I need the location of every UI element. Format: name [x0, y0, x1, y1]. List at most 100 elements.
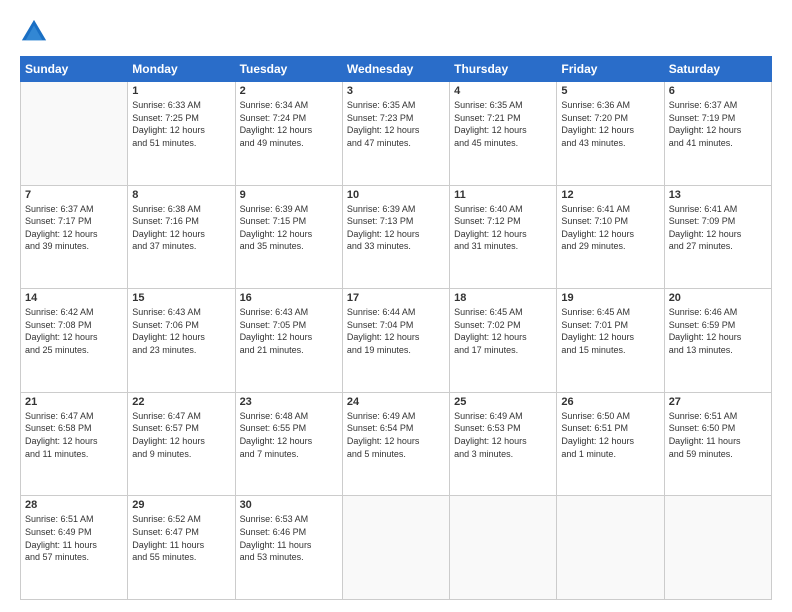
- day-info: Sunrise: 6:35 AM Sunset: 7:23 PM Dayligh…: [347, 99, 445, 149]
- calendar-cell: 26 Sunrise: 6:50 AM Sunset: 6:51 PM Dayli…: [557, 392, 664, 496]
- day-number: 15: [132, 292, 230, 304]
- day-number: 22: [132, 396, 230, 408]
- day-number: 12: [561, 189, 659, 201]
- day-number: 29: [132, 499, 230, 511]
- day-info: Sunrise: 6:41 AM Sunset: 7:10 PM Dayligh…: [561, 203, 659, 253]
- day-info: Sunrise: 6:37 AM Sunset: 7:19 PM Dayligh…: [669, 99, 767, 149]
- calendar-cell: 9 Sunrise: 6:39 AM Sunset: 7:15 PM Daylig…: [235, 185, 342, 289]
- calendar-cell: [342, 496, 449, 600]
- calendar-week-row: 28 Sunrise: 6:51 AM Sunset: 6:49 PM Dayli…: [21, 496, 772, 600]
- calendar-cell: 8 Sunrise: 6:38 AM Sunset: 7:16 PM Daylig…: [128, 185, 235, 289]
- day-number: 23: [240, 396, 338, 408]
- day-number: 1: [132, 85, 230, 97]
- day-number: 20: [669, 292, 767, 304]
- day-number: 6: [669, 85, 767, 97]
- calendar-cell: 14 Sunrise: 6:42 AM Sunset: 7:08 PM Dayli…: [21, 289, 128, 393]
- calendar-table: SundayMondayTuesdayWednesdayThursdayFrid…: [20, 56, 772, 600]
- calendar-cell: 17 Sunrise: 6:44 AM Sunset: 7:04 PM Dayli…: [342, 289, 449, 393]
- day-number: 5: [561, 85, 659, 97]
- calendar-cell: [450, 496, 557, 600]
- calendar-week-row: 14 Sunrise: 6:42 AM Sunset: 7:08 PM Dayli…: [21, 289, 772, 393]
- calendar-cell: 22 Sunrise: 6:47 AM Sunset: 6:57 PM Dayli…: [128, 392, 235, 496]
- col-header-thursday: Thursday: [450, 57, 557, 82]
- day-info: Sunrise: 6:52 AM Sunset: 6:47 PM Dayligh…: [132, 513, 230, 563]
- col-header-friday: Friday: [557, 57, 664, 82]
- day-number: 27: [669, 396, 767, 408]
- day-info: Sunrise: 6:45 AM Sunset: 7:01 PM Dayligh…: [561, 306, 659, 356]
- day-info: Sunrise: 6:43 AM Sunset: 7:06 PM Dayligh…: [132, 306, 230, 356]
- day-info: Sunrise: 6:51 AM Sunset: 6:50 PM Dayligh…: [669, 410, 767, 460]
- calendar-cell: 23 Sunrise: 6:48 AM Sunset: 6:55 PM Dayli…: [235, 392, 342, 496]
- day-number: 10: [347, 189, 445, 201]
- calendar-cell: 15 Sunrise: 6:43 AM Sunset: 7:06 PM Dayli…: [128, 289, 235, 393]
- day-number: 26: [561, 396, 659, 408]
- day-info: Sunrise: 6:48 AM Sunset: 6:55 PM Dayligh…: [240, 410, 338, 460]
- logo: [20, 18, 50, 46]
- day-number: 21: [25, 396, 123, 408]
- calendar-cell: 11Sunrise: 6:40 AM Sunset: 7:12 PM Dayli…: [450, 185, 557, 289]
- day-info: Sunrise: 6:41 AM Sunset: 7:09 PM Dayligh…: [669, 203, 767, 253]
- calendar-cell: 24 Sunrise: 6:49 AM Sunset: 6:54 PM Dayli…: [342, 392, 449, 496]
- day-info: Sunrise: 6:36 AM Sunset: 7:20 PM Dayligh…: [561, 99, 659, 149]
- day-number: 28: [25, 499, 123, 511]
- col-header-tuesday: Tuesday: [235, 57, 342, 82]
- header: [20, 18, 772, 46]
- col-header-saturday: Saturday: [664, 57, 771, 82]
- col-header-wednesday: Wednesday: [342, 57, 449, 82]
- day-info: Sunrise: 6:38 AM Sunset: 7:16 PM Dayligh…: [132, 203, 230, 253]
- day-info: Sunrise: 6:43 AM Sunset: 7:05 PM Dayligh…: [240, 306, 338, 356]
- day-info: Sunrise: 6:46 AM Sunset: 6:59 PM Dayligh…: [669, 306, 767, 356]
- day-number: 13: [669, 189, 767, 201]
- day-info: Sunrise: 6:34 AM Sunset: 7:24 PM Dayligh…: [240, 99, 338, 149]
- day-info: Sunrise: 6:45 AM Sunset: 7:02 PM Dayligh…: [454, 306, 552, 356]
- calendar-cell: 12 Sunrise: 6:41 AM Sunset: 7:10 PM Dayli…: [557, 185, 664, 289]
- day-number: 4: [454, 85, 552, 97]
- calendar-cell: 25 Sunrise: 6:49 AM Sunset: 6:53 PM Dayli…: [450, 392, 557, 496]
- day-info: Sunrise: 6:44 AM Sunset: 7:04 PM Dayligh…: [347, 306, 445, 356]
- logo-icon: [20, 18, 48, 46]
- calendar-cell: 27 Sunrise: 6:51 AM Sunset: 6:50 PM Dayli…: [664, 392, 771, 496]
- day-number: 11: [454, 189, 552, 201]
- day-info: Sunrise: 6:53 AM Sunset: 6:46 PM Dayligh…: [240, 513, 338, 563]
- calendar-cell: 18 Sunrise: 6:45 AM Sunset: 7:02 PM Dayli…: [450, 289, 557, 393]
- calendar-cell: 16Sunrise: 6:43 AM Sunset: 7:05 PM Dayli…: [235, 289, 342, 393]
- calendar-cell: 7 Sunrise: 6:37 AM Sunset: 7:17 PM Daylig…: [21, 185, 128, 289]
- day-info: Sunrise: 6:50 AM Sunset: 6:51 PM Dayligh…: [561, 410, 659, 460]
- day-number: 18: [454, 292, 552, 304]
- day-info: Sunrise: 6:42 AM Sunset: 7:08 PM Dayligh…: [25, 306, 123, 356]
- day-number: 8: [132, 189, 230, 201]
- day-number: 30: [240, 499, 338, 511]
- day-number: 3: [347, 85, 445, 97]
- page: SundayMondayTuesdayWednesdayThursdayFrid…: [0, 0, 792, 612]
- day-info: Sunrise: 6:49 AM Sunset: 6:53 PM Dayligh…: [454, 410, 552, 460]
- day-number: 9: [240, 189, 338, 201]
- day-number: 24: [347, 396, 445, 408]
- day-number: 25: [454, 396, 552, 408]
- day-number: 17: [347, 292, 445, 304]
- calendar-header-row: SundayMondayTuesdayWednesdayThursdayFrid…: [21, 57, 772, 82]
- day-info: Sunrise: 6:37 AM Sunset: 7:17 PM Dayligh…: [25, 203, 123, 253]
- calendar-cell: 3 Sunrise: 6:35 AM Sunset: 7:23 PM Daylig…: [342, 82, 449, 186]
- calendar-cell: 19Sunrise: 6:45 AM Sunset: 7:01 PM Dayli…: [557, 289, 664, 393]
- col-header-sunday: Sunday: [21, 57, 128, 82]
- day-number: 14: [25, 292, 123, 304]
- calendar-week-row: 1 Sunrise: 6:33 AM Sunset: 7:25 PM Daylig…: [21, 82, 772, 186]
- day-number: 7: [25, 189, 123, 201]
- day-info: Sunrise: 6:49 AM Sunset: 6:54 PM Dayligh…: [347, 410, 445, 460]
- calendar-cell: [664, 496, 771, 600]
- day-info: Sunrise: 6:39 AM Sunset: 7:13 PM Dayligh…: [347, 203, 445, 253]
- calendar-cell: [557, 496, 664, 600]
- calendar-cell: 20 Sunrise: 6:46 AM Sunset: 6:59 PM Dayli…: [664, 289, 771, 393]
- calendar-cell: 6 Sunrise: 6:37 AM Sunset: 7:19 PM Daylig…: [664, 82, 771, 186]
- day-info: Sunrise: 6:33 AM Sunset: 7:25 PM Dayligh…: [132, 99, 230, 149]
- calendar-week-row: 21Sunrise: 6:47 AM Sunset: 6:58 PM Dayli…: [21, 392, 772, 496]
- calendar-cell: [21, 82, 128, 186]
- calendar-cell: 1 Sunrise: 6:33 AM Sunset: 7:25 PM Daylig…: [128, 82, 235, 186]
- calendar-cell: 10 Sunrise: 6:39 AM Sunset: 7:13 PM Dayli…: [342, 185, 449, 289]
- day-info: Sunrise: 6:47 AM Sunset: 6:57 PM Dayligh…: [132, 410, 230, 460]
- day-info: Sunrise: 6:39 AM Sunset: 7:15 PM Dayligh…: [240, 203, 338, 253]
- calendar-week-row: 7 Sunrise: 6:37 AM Sunset: 7:17 PM Daylig…: [21, 185, 772, 289]
- day-info: Sunrise: 6:51 AM Sunset: 6:49 PM Dayligh…: [25, 513, 123, 563]
- calendar-cell: 28 Sunrise: 6:51 AM Sunset: 6:49 PM Dayli…: [21, 496, 128, 600]
- day-info: Sunrise: 6:35 AM Sunset: 7:21 PM Dayligh…: [454, 99, 552, 149]
